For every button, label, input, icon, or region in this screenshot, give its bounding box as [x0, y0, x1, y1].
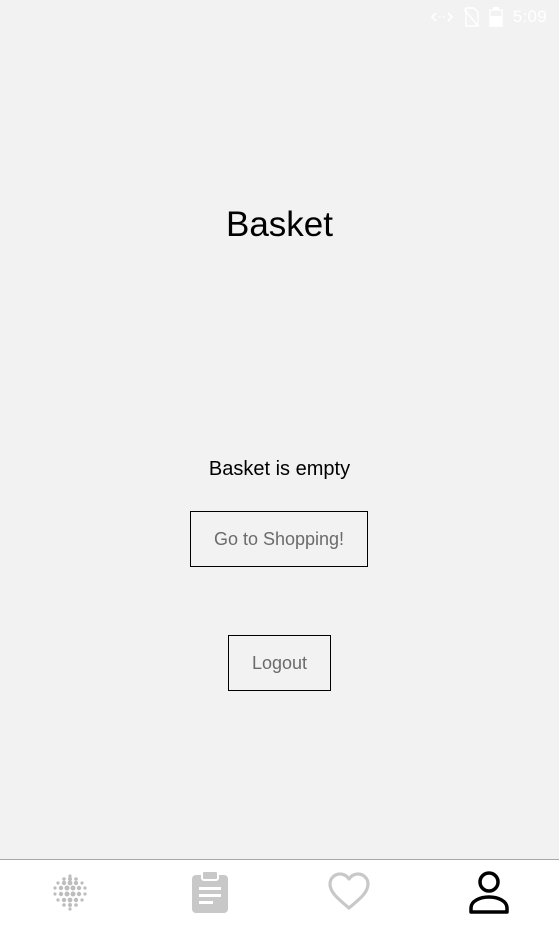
screen: 5:09 Basket Basket is empty Go to Shoppi… — [0, 0, 559, 928]
status-bar: 5:09 — [0, 0, 559, 34]
clipboard-icon — [190, 869, 230, 919]
heart-icon — [327, 871, 371, 917]
page-title: Basket — [226, 205, 333, 244]
nav-item-orders[interactable] — [140, 860, 280, 928]
dots-grid-icon — [48, 870, 92, 919]
nav-item-favorites[interactable] — [280, 860, 420, 928]
bottom-navigation — [0, 859, 559, 928]
go-to-shopping-button[interactable]: Go to Shopping! — [190, 511, 368, 567]
code-arrows-icon — [430, 10, 453, 24]
battery-icon — [489, 7, 503, 27]
logout-button[interactable]: Logout — [228, 635, 331, 691]
person-icon — [468, 870, 510, 919]
nav-item-home[interactable] — [0, 860, 140, 928]
status-time: 5:09 — [512, 7, 547, 26]
empty-basket-message: Basket is empty — [208, 458, 351, 480]
nav-item-profile[interactable] — [419, 860, 559, 928]
no-sim-icon — [463, 7, 479, 27]
